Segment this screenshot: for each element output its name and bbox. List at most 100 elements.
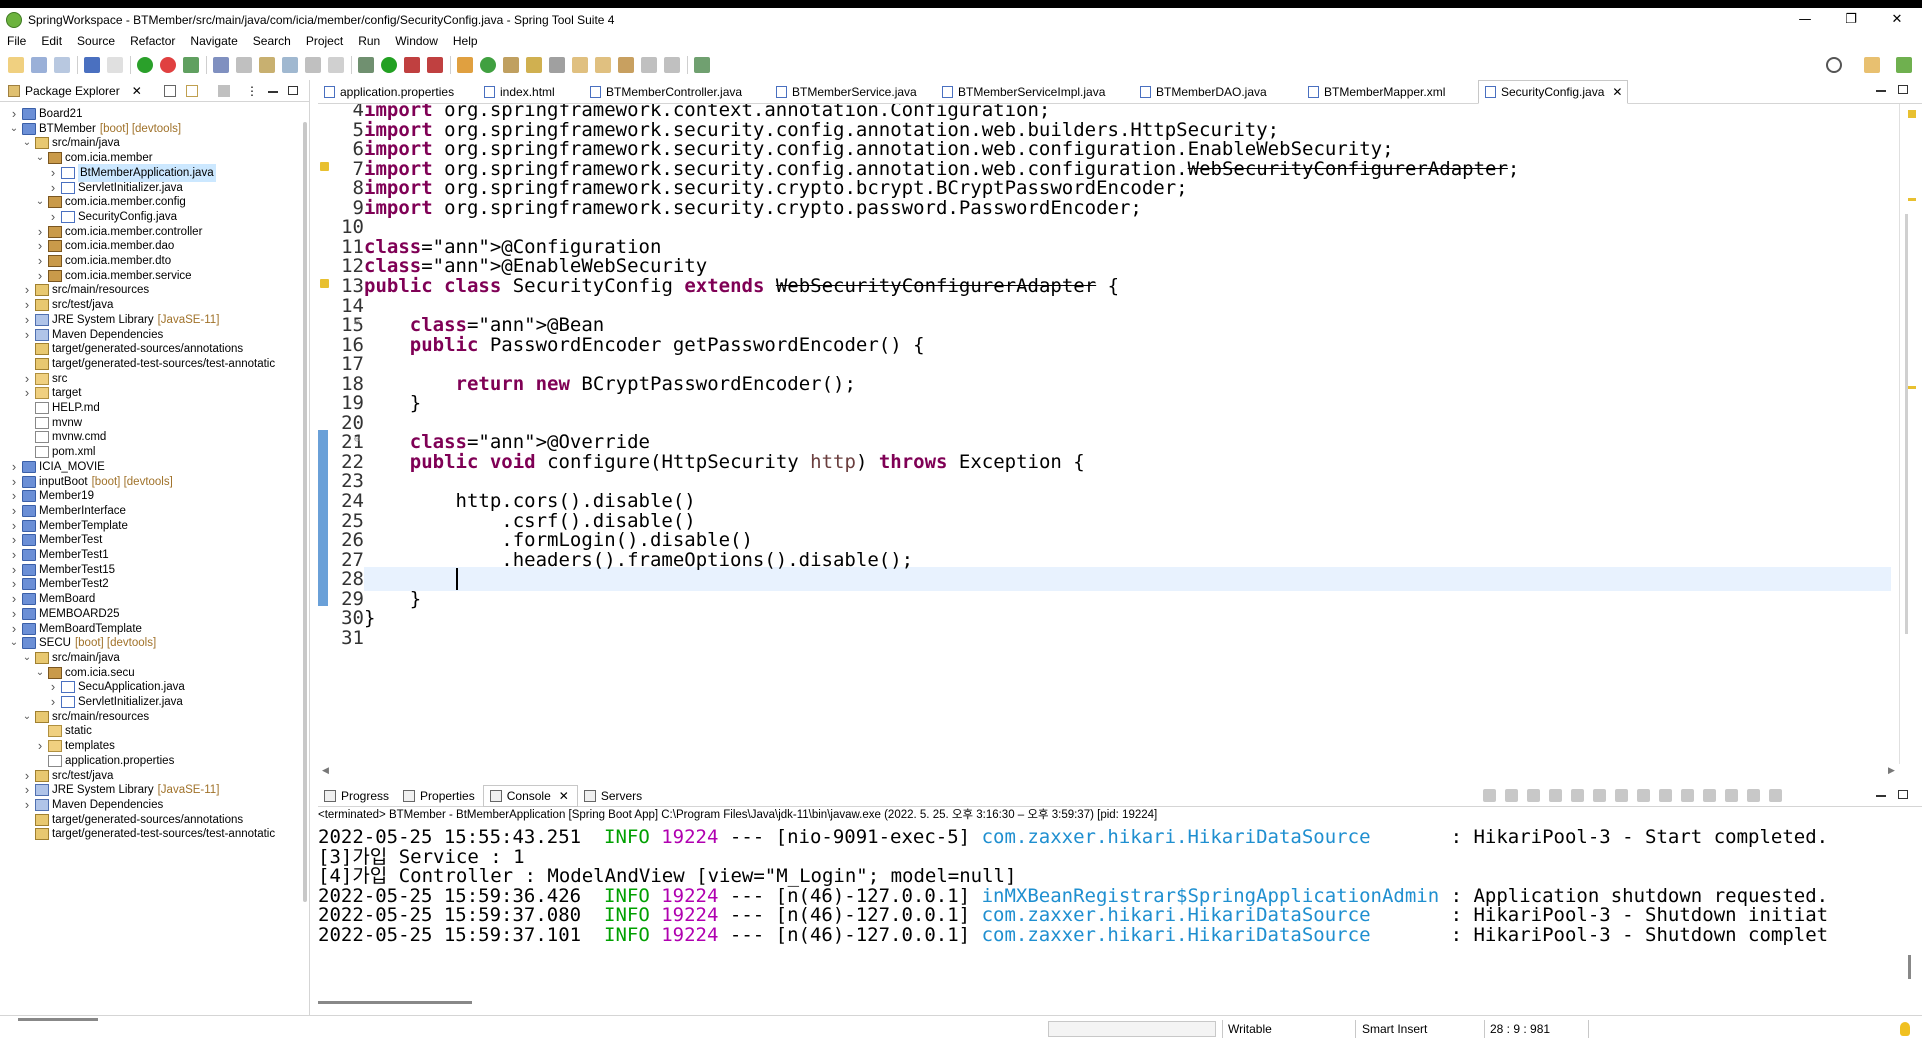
- close-button[interactable]: ✕: [1874, 8, 1920, 31]
- open-perspective-icon[interactable]: [1864, 57, 1880, 73]
- editor-tab[interactable]: BTMemberService.java: [770, 80, 936, 104]
- chevron-down-icon[interactable]: ⌄: [34, 667, 46, 678]
- previous-annotation-icon[interactable]: [595, 57, 611, 73]
- warning-icon[interactable]: [320, 278, 329, 288]
- search-tool-icon[interactable]: [526, 57, 542, 73]
- editor-tab[interactable]: BTMemberDAO.java: [1134, 80, 1302, 104]
- chevron-down-icon[interactable]: ⌄: [8, 638, 20, 648]
- chevron-down-icon[interactable]: ⌄: [34, 197, 46, 207]
- tab-package-explorer[interactable]: Package Explorer ✕: [0, 84, 142, 98]
- link-with-editor-icon[interactable]: [186, 85, 198, 97]
- open-perspective-toolbar-icon[interactable]: [694, 57, 710, 73]
- spring-boot-dashboard-icon[interactable]: [137, 57, 153, 73]
- editor-tab[interactable]: index.html: [478, 80, 584, 104]
- close-icon[interactable]: ✕: [132, 84, 142, 98]
- terminal-icon[interactable]: [84, 57, 100, 73]
- relaunch-icon[interactable]: [160, 57, 176, 73]
- maximize-view-icon[interactable]: [288, 86, 298, 95]
- annotation-nav-icon[interactable]: [549, 57, 565, 73]
- spring-perspective-icon[interactable]: [1896, 57, 1912, 73]
- menu-refactor[interactable]: Refactor: [123, 34, 183, 48]
- console-tab[interactable]: Progress: [318, 785, 397, 807]
- fold-icon[interactable]: ⊖: [354, 317, 360, 328]
- warning-marker-icon[interactable]: [1908, 198, 1916, 201]
- menu-project[interactable]: Project: [299, 34, 351, 48]
- show-on-error-icon[interactable]: [1637, 789, 1650, 802]
- menu-navigate[interactable]: Navigate: [183, 34, 245, 48]
- close-icon[interactable]: ✕: [1612, 85, 1622, 99]
- paragraph-icon[interactable]: [328, 57, 344, 73]
- chevron-down-icon[interactable]: ⌄: [34, 153, 46, 163]
- new-java-project-icon[interactable]: [457, 57, 473, 73]
- save-all-icon[interactable]: [54, 57, 70, 73]
- console-tab[interactable]: Properties: [397, 785, 483, 807]
- menu-run[interactable]: Run: [351, 34, 388, 48]
- open-task-icon[interactable]: [503, 57, 519, 73]
- menu-help[interactable]: Help: [446, 34, 486, 48]
- maximize-console-icon[interactable]: [1898, 790, 1908, 799]
- link-icon[interactable]: [1747, 789, 1760, 802]
- word-wrap-icon[interactable]: [1593, 789, 1606, 802]
- maximize-editor-icon[interactable]: [1898, 85, 1908, 94]
- skip-breakpoints-icon[interactable]: [107, 57, 123, 73]
- scroll-left-icon[interactable]: ◀: [322, 766, 329, 776]
- show-whitespace-icon[interactable]: [282, 57, 298, 73]
- new-icon[interactable]: [8, 57, 24, 73]
- menu-file[interactable]: File: [0, 34, 34, 48]
- editor-vertical-scrollbar[interactable]: [1905, 214, 1908, 634]
- scroll-right-icon[interactable]: ▶: [1888, 766, 1895, 776]
- debug-icon[interactable]: [358, 57, 374, 73]
- chevron-down-icon[interactable]: ⌄: [21, 652, 33, 663]
- run-spring-icon[interactable]: [183, 57, 199, 73]
- tree-item[interactable]: target/generated-test-sources/test-annot…: [21, 825, 275, 843]
- last-edit-icon[interactable]: [618, 57, 634, 73]
- code-area[interactable]: 4 import org.springframework.context.anno…: [318, 104, 1903, 764]
- editor-tab[interactable]: application.properties: [318, 80, 478, 104]
- console-horizontal-scrollbar[interactable]: [318, 1001, 472, 1004]
- close-icon[interactable]: ✕: [559, 789, 569, 803]
- minimize-button[interactable]: —: [1782, 8, 1828, 31]
- warning-marker-icon[interactable]: [1908, 110, 1916, 118]
- pin-editor-icon[interactable]: [259, 57, 275, 73]
- filter-icon[interactable]: [218, 85, 230, 97]
- warning-icon[interactable]: [320, 161, 329, 171]
- menu-edit[interactable]: Edit: [34, 34, 70, 48]
- editor-tab[interactable]: BTMemberController.java: [584, 80, 770, 104]
- minimize-view-icon[interactable]: [268, 91, 278, 93]
- overview-ruler[interactable]: [1899, 104, 1919, 764]
- editor-horizontal-scrollbar[interactable]: ◀ ▶: [318, 764, 1903, 778]
- minimize-editor-icon[interactable]: [1876, 90, 1886, 92]
- terminate-icon[interactable]: [1505, 789, 1518, 802]
- editor-tab[interactable]: BTMemberServiceImpl.java: [936, 80, 1134, 104]
- fold-icon[interactable]: ⊖: [354, 434, 360, 445]
- forward-icon[interactable]: [664, 57, 680, 73]
- run-icon[interactable]: [381, 57, 397, 73]
- open-type-icon[interactable]: [213, 57, 229, 73]
- clear-console-icon[interactable]: [1549, 789, 1562, 802]
- collapse-all-icon[interactable]: [164, 85, 176, 97]
- editor-tab[interactable]: SecurityConfig.java ✕: [1478, 79, 1628, 104]
- remove-launch-icon[interactable]: [1483, 789, 1496, 802]
- remove-all-icon[interactable]: [1527, 789, 1540, 802]
- display-console-icon[interactable]: [1681, 789, 1694, 802]
- minimize-console-icon[interactable]: [1876, 795, 1886, 797]
- warning-marker-icon[interactable]: [1908, 386, 1916, 389]
- search-icon[interactable]: [1826, 57, 1842, 73]
- chevron-down-icon[interactable]: ⌄: [21, 711, 33, 722]
- console-vertical-scrollbar[interactable]: [1908, 955, 1911, 979]
- coverage-icon[interactable]: [404, 57, 420, 73]
- back-icon[interactable]: [641, 57, 657, 73]
- pin-console-icon[interactable]: [1659, 789, 1672, 802]
- tree-scrollbar[interactable]: [303, 122, 307, 902]
- block-selection-icon[interactable]: [305, 57, 321, 73]
- save-icon[interactable]: [31, 57, 47, 73]
- menu-source[interactable]: Source: [70, 34, 123, 48]
- menu-window[interactable]: Window: [388, 34, 446, 48]
- tip-lightbulb-icon[interactable]: [1900, 1022, 1910, 1036]
- console-tab[interactable]: Servers: [578, 785, 650, 807]
- chevron-down-icon[interactable]: ⌄: [21, 138, 33, 148]
- scroll-lock-icon[interactable]: [1571, 789, 1584, 802]
- chevron-down-icon[interactable]: ⌄: [8, 123, 20, 134]
- external-tools-icon[interactable]: [427, 57, 443, 73]
- menu-search[interactable]: Search: [246, 34, 299, 48]
